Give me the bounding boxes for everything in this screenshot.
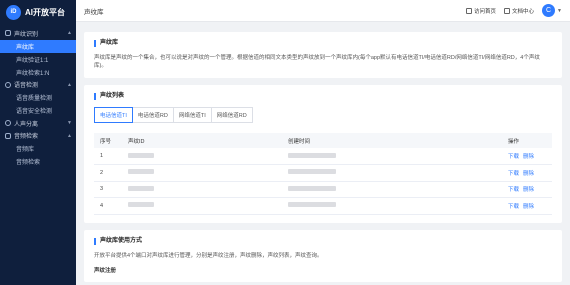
row-actions: 下载 删除 xyxy=(502,181,552,198)
col-created-time: 创建时间 xyxy=(282,133,502,148)
sidebar-menu: 声纹识别 ▲ 声纹库 声纹验证1:1 声纹检索1:N 语音检测 ▲ 语音质量检测… xyxy=(0,24,76,168)
tab-phone-ti[interactable]: 电话信道TI xyxy=(94,107,133,123)
redacted-time xyxy=(288,169,336,175)
sidebar-group-label: 语音检测 xyxy=(14,83,39,90)
download-link[interactable]: 下载 xyxy=(508,204,519,210)
row-voiceprint-id xyxy=(122,181,282,198)
delete-link[interactable]: 删除 xyxy=(523,154,534,160)
doc-center-link[interactable]: 文档中心 xyxy=(504,7,534,15)
sidebar-group-label: 音频检索 xyxy=(14,134,39,141)
sidebar-item-voiceprint-search[interactable]: 声纹检索1:N xyxy=(0,66,76,79)
usage-title: 声纹库使用方式 xyxy=(94,237,552,245)
tab-phone-rd[interactable]: 电话信道RD xyxy=(131,107,174,123)
delete-link[interactable]: 删除 xyxy=(523,171,534,177)
row-index: 1 xyxy=(94,148,122,165)
row-created-time xyxy=(282,164,502,182)
visit-home-link[interactable]: 访问首页 xyxy=(466,7,496,15)
intro-card: 声纹库 声纹库是声纹的一个集合，也可以说是对声纹的一个管理。根据信道的相同文本类… xyxy=(84,32,562,78)
tab-network-ti[interactable]: 网络信道TI xyxy=(172,107,212,123)
visit-home-label: 访问首页 xyxy=(474,8,497,15)
row-voiceprint-id xyxy=(122,197,282,215)
redacted-time xyxy=(288,152,336,158)
redacted-id xyxy=(128,169,154,175)
main-content: 声纹库 声纹库是声纹的一个集合，也可以说是对声纹的一个管理。根据信道的相同文本类… xyxy=(76,22,570,285)
logo-mark-icon: iD xyxy=(6,4,21,20)
user-menu[interactable]: C ▼ xyxy=(542,4,562,17)
redacted-id xyxy=(128,152,154,158)
sidebar: iD AI开放平台 声纹识别 ▲ 声纹库 声纹验证1:1 声纹检索1:N 语音检… xyxy=(0,0,76,285)
row-actions: 下载 删除 xyxy=(502,148,552,165)
voiceprint-table: 序号 声纹ID 创建时间 操作 1 下载 删除 2 下载 删除 3 下载 删除 … xyxy=(94,133,552,215)
audio-icon xyxy=(5,132,11,139)
list-title: 声纹列表 xyxy=(94,93,552,100)
row-created-time xyxy=(282,148,502,165)
intro-desc: 声纹库是声纹的一个集合，也可以说是对声纹的一个管理。根据信道的相同文本类型的声纹… xyxy=(94,55,540,69)
sidebar-item-voiceprint-verify[interactable]: 声纹验证1:1 xyxy=(0,53,76,66)
usage-desc: 开放平台提供4个端口对声纹库进行管理，分别是声纹注册，声纹删除，声纹列表，声纹查… xyxy=(94,252,323,259)
sidebar-item-voice-security[interactable]: 语音安全检测 xyxy=(0,104,76,117)
home-icon xyxy=(466,7,473,14)
row-voiceprint-id xyxy=(122,148,282,165)
row-actions: 下载 删除 xyxy=(502,164,552,182)
tab-network-rd[interactable]: 网络信道RD xyxy=(210,107,253,123)
voiceprint-icon xyxy=(5,30,11,37)
brand-name: AI开放平台 xyxy=(25,7,65,17)
download-link[interactable]: 下载 xyxy=(508,171,519,177)
table-row: 3 下载 删除 xyxy=(94,181,552,198)
delete-link[interactable]: 删除 xyxy=(523,204,534,210)
redacted-id xyxy=(128,185,154,191)
header-actions: 访问首页 文档中心 C ▼ xyxy=(466,4,562,17)
sidebar-group-voice-separation[interactable]: 人声分离 ▼ xyxy=(0,117,76,130)
row-index: 2 xyxy=(94,164,122,182)
table-header-row: 序号 声纹ID 创建时间 操作 xyxy=(94,133,552,148)
chevron-down-icon: ▼ xyxy=(67,120,72,127)
intro-title: 声纹库 xyxy=(94,40,552,47)
redacted-time xyxy=(288,185,336,191)
chevron-up-icon: ▲ xyxy=(67,81,72,88)
row-index: 4 xyxy=(94,197,122,215)
table-row: 4 下载 删除 xyxy=(94,197,552,215)
doc-center-label: 文档中心 xyxy=(512,8,535,15)
download-link[interactable]: 下载 xyxy=(508,187,519,193)
sidebar-group-label: 声纹识别 xyxy=(14,31,39,38)
channel-tabs: 电话信道TI 电话信道RD 网络信道TI 网络信道RD xyxy=(94,107,552,123)
person-icon xyxy=(5,120,11,127)
sidebar-group-audio-search[interactable]: 音频检索 ▲ xyxy=(0,130,76,143)
col-voiceprint-id: 声纹ID xyxy=(122,133,282,148)
register-subhead: 声纹注册 xyxy=(94,267,117,274)
chevron-down-icon: ▼ xyxy=(557,7,562,14)
redacted-id xyxy=(128,202,154,208)
voice-detect-icon xyxy=(5,81,11,88)
chevron-up-icon: ▲ xyxy=(67,132,72,139)
top-header: 声纹库 访问首页 文档中心 C ▼ xyxy=(76,0,570,22)
sidebar-group-label: 人声分离 xyxy=(14,121,39,128)
col-index: 序号 xyxy=(94,133,122,148)
row-created-time xyxy=(282,181,502,198)
sidebar-item-voiceprint-library[interactable]: 声纹库 xyxy=(0,39,76,53)
row-index: 3 xyxy=(94,181,122,198)
row-created-time xyxy=(282,197,502,215)
redacted-time xyxy=(288,202,336,208)
page-title: 声纹库 xyxy=(84,8,104,16)
sidebar-item-audio-library[interactable]: 音频库 xyxy=(0,142,76,155)
avatar: C xyxy=(542,4,556,17)
table-row: 1 下载 删除 xyxy=(94,148,552,165)
sidebar-item-audio-search[interactable]: 音频检索 xyxy=(0,155,76,168)
usage-card: 声纹库使用方式 开放平台提供4个端口对声纹库进行管理，分别是声纹注册，声纹删除，… xyxy=(84,229,562,282)
row-actions: 下载 删除 xyxy=(502,197,552,215)
voiceprint-list-card: 声纹列表 电话信道TI 电话信道RD 网络信道TI 网络信道RD 序号 声纹ID… xyxy=(84,85,562,223)
sidebar-group-voiceprint[interactable]: 声纹识别 ▲ xyxy=(0,27,76,40)
row-voiceprint-id xyxy=(122,164,282,182)
delete-link[interactable]: 删除 xyxy=(523,187,534,193)
download-link[interactable]: 下载 xyxy=(508,154,519,160)
brand-logo[interactable]: iD AI开放平台 xyxy=(0,0,76,24)
chevron-up-icon: ▲ xyxy=(67,30,72,37)
sidebar-item-voice-quality[interactable]: 语音质量检测 xyxy=(0,91,76,104)
sidebar-group-voice-detect[interactable]: 语音检测 ▲ xyxy=(0,79,76,92)
table-row: 2 下载 删除 xyxy=(94,164,552,182)
doc-icon xyxy=(504,7,511,14)
col-actions: 操作 xyxy=(502,133,552,148)
